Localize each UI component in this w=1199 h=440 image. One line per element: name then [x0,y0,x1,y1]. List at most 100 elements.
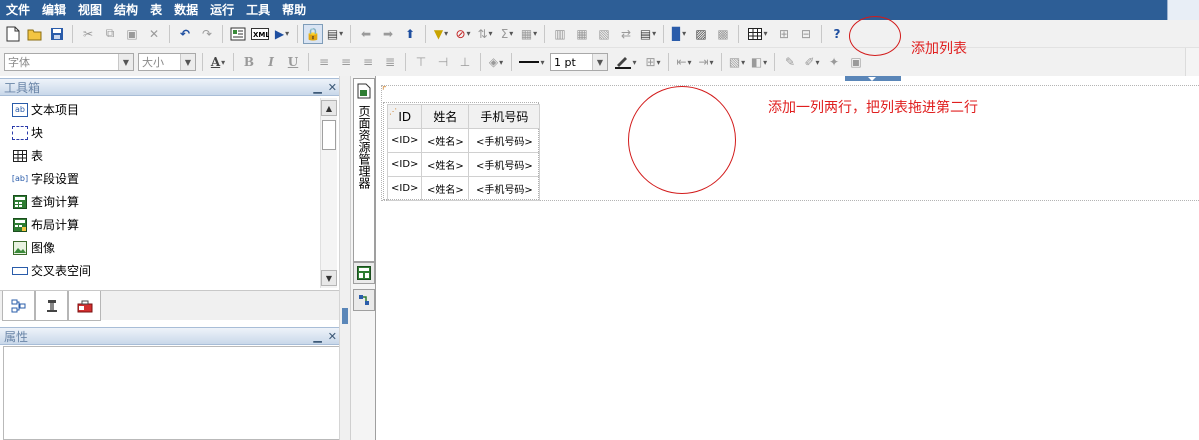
sort-icon[interactable]: ⇅ [475,24,495,44]
toolbox-item-text[interactable]: ab 文本项目 [0,98,320,121]
pivot-icon[interactable]: ▧ [594,24,614,44]
calculation-icon[interactable]: ▦ [519,24,539,44]
list-cell[interactable]: <手机号码> [468,152,541,177]
summary-icon[interactable]: Σ [497,24,517,44]
cut-icon[interactable]: ✂ [78,24,98,44]
page-width-marker[interactable] [845,76,901,81]
list-cell[interactable]: <ID> [386,176,423,201]
margin-icon[interactable]: ⇥ [696,52,716,72]
insert-table-icon[interactable] [744,24,772,44]
run-report-icon[interactable]: ▶ [272,24,292,44]
line-style-icon[interactable] [517,52,547,72]
minimize-icon[interactable]: ▁ [313,330,321,343]
chevron-down-icon[interactable]: ▼ [118,54,133,70]
convert-list-icon[interactable]: ▩ [713,24,733,44]
report-canvas[interactable]: ⌜ ID 姓名 手机号码 <ID> <姓名> <手机号码> <ID> <姓名> … [377,76,1199,440]
save-icon[interactable] [47,24,67,44]
delete-icon[interactable]: ✕ [144,24,164,44]
report-properties-icon[interactable] [228,24,248,44]
align-left-icon[interactable]: ≡ [314,52,334,72]
valign-top-icon[interactable]: ⊤ [411,52,431,72]
menu-tools[interactable]: 工具 [240,0,276,20]
merge-cells-icon[interactable]: ⊞ [774,24,794,44]
menu-table[interactable]: 表 [144,0,168,20]
justify-icon[interactable]: ≣ [380,52,400,72]
underline-button[interactable]: U [283,52,303,72]
list-cell[interactable]: <姓名> [421,176,470,201]
conditional-style-icon[interactable]: ◧ [749,52,769,72]
filter-icon[interactable]: ▼ [431,24,451,44]
toolbox-item-image[interactable]: 图像 [0,236,320,259]
menu-file[interactable]: 文件 [0,0,36,20]
tab-page-explorer[interactable]: 页面资源管理器 [353,78,375,262]
menu-data[interactable]: 数据 [168,0,204,20]
toolbox-scrollbar[interactable]: ▲ ▼ [320,98,337,288]
menu-view[interactable]: 视图 [72,0,108,20]
list-cell[interactable]: <ID> [386,128,423,153]
swap-icon[interactable]: ⇄ [616,24,636,44]
chevron-down-icon[interactable]: ▼ [180,54,195,70]
list-header-cell[interactable]: 姓名 [421,104,470,129]
suppress-icon[interactable]: ⊘ [453,24,473,44]
forward-arrow-icon[interactable]: ➡ [378,24,398,44]
font-family-select[interactable]: 字体 ▼ [4,53,134,71]
toolbox-item-field-settings[interactable]: [ab] 字段设置 [0,167,320,190]
lock-icon[interactable]: 🔒 [303,23,323,44]
list-header-cell[interactable]: 手机号码 [468,104,541,129]
close-icon[interactable]: ✕ [328,81,337,94]
bold-button[interactable]: B [239,52,259,72]
minimize-icon[interactable]: ▁ [313,81,321,94]
splitter-grip[interactable] [342,308,348,324]
tab-insertable-objects[interactable] [2,291,35,321]
tab-data-items[interactable] [35,291,68,321]
paste-icon[interactable]: ▣ [122,24,142,44]
toolbox-item-table[interactable]: 表 [0,144,320,167]
align-right-icon[interactable]: ≡ [358,52,378,72]
back-arrow-icon[interactable]: ⬅ [356,24,376,44]
menu-run[interactable]: 运行 [204,0,240,20]
tab-toolbox[interactable] [68,291,101,321]
group-icon[interactable]: ▥ [550,24,570,44]
line-color-icon[interactable] [611,52,641,72]
borders-icon[interactable]: ⊞ [643,52,663,72]
list-cell[interactable]: <手机号码> [468,128,541,153]
properties-pane[interactable] [3,346,340,440]
reset-style-icon[interactable]: ▣ [846,52,866,72]
close-icon[interactable]: ✕ [328,330,337,343]
undo-icon[interactable]: ↶ [175,24,195,44]
xml-icon[interactable]: XML [250,24,270,44]
list-table[interactable]: ID 姓名 手机号码 <ID> <姓名> <手机号码> <ID> <姓名> <手… [386,104,541,201]
scroll-down-icon[interactable]: ▼ [321,270,337,286]
valign-middle-icon[interactable]: ⊣ [433,52,453,72]
list-cell[interactable]: <ID> [386,152,423,177]
style-wand-icon[interactable]: ✦ [824,52,844,72]
help-icon[interactable]: ? [827,24,847,44]
convert-icon[interactable]: ▨ [691,24,711,44]
panel-splitter[interactable] [339,76,350,440]
scroll-up-icon[interactable]: ▲ [321,100,337,116]
align-center-icon[interactable]: ≡ [336,52,356,72]
toolbox-item-layout-calculation[interactable]: 布局计算 [0,213,320,236]
split-cells-icon[interactable]: ⊟ [796,24,816,44]
font-size-select[interactable]: 大小 ▼ [138,53,196,71]
toolbox-item-query-calculation[interactable]: 查询计算 [0,190,320,213]
background-color-icon[interactable]: ◈ [486,52,506,72]
toolbox-item-crosstab-space[interactable]: 交叉表空间 [0,259,320,282]
menu-help[interactable]: 帮助 [276,0,312,20]
open-folder-icon[interactable] [25,24,45,44]
pick-style-icon[interactable]: ✎ [780,52,800,72]
toolbox-item-block[interactable]: 块 [0,121,320,144]
scroll-thumb[interactable] [322,120,336,150]
apply-style-icon[interactable]: ✐ [802,52,822,72]
section-icon[interactable]: ▦ [572,24,592,44]
menu-structure[interactable]: 结构 [108,0,144,20]
list-cell[interactable]: <手机号码> [468,176,541,201]
italic-button[interactable]: I [261,52,281,72]
list-cell[interactable]: <姓名> [421,128,470,153]
query-explorer-button[interactable] [353,262,375,284]
font-color-icon[interactable]: A [208,52,228,72]
line-width-select[interactable]: 1 pt ▼ [550,53,608,71]
drill-icon[interactable]: ▤ [638,24,658,44]
menu-edit[interactable]: 编辑 [36,0,72,20]
valign-bottom-icon[interactable]: ⊥ [455,52,475,72]
